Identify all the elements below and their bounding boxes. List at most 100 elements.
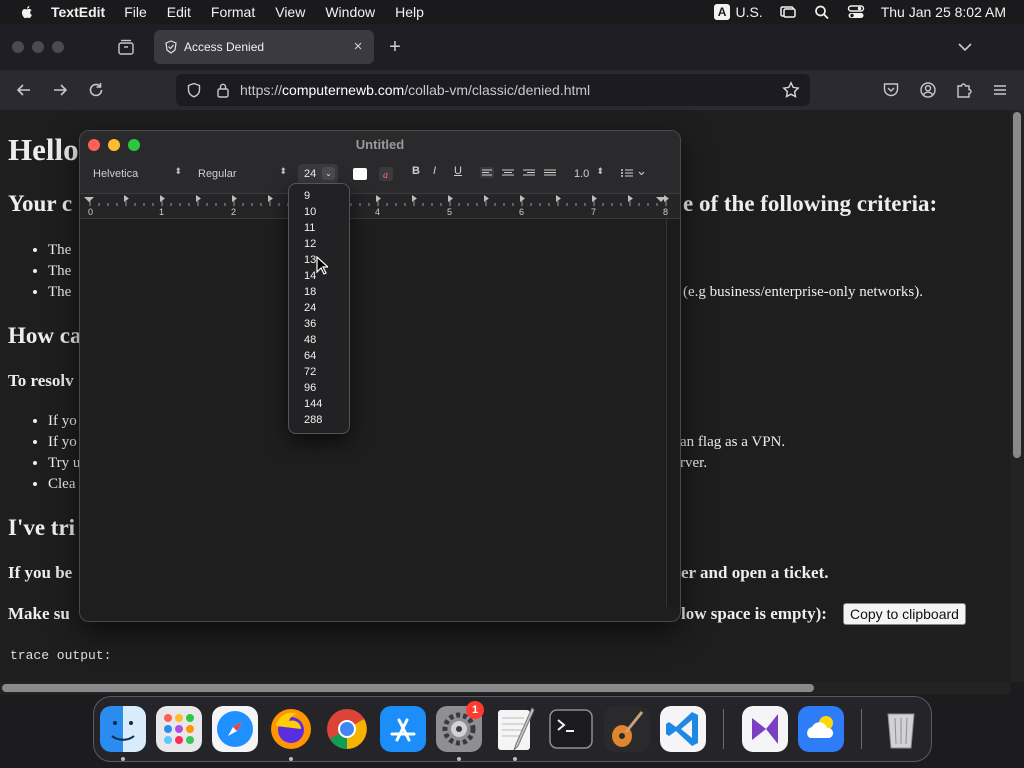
tab-stop-marker[interactable] <box>124 195 129 202</box>
font-size-option[interactable]: 64 <box>289 348 349 364</box>
align-justify-icon[interactable] <box>543 167 557 179</box>
tab-stop-marker[interactable] <box>556 195 561 202</box>
display-mirror-icon[interactable] <box>779 4 797 20</box>
font-size-option[interactable]: 96 <box>289 380 349 396</box>
resolve-item: Try u <box>48 453 80 474</box>
menu-edit[interactable]: Edit <box>167 4 191 20</box>
pocket-icon[interactable] <box>882 81 900 99</box>
heading-criteria-left: Your c <box>8 191 73 216</box>
tracking-protection-shield-icon[interactable] <box>186 82 202 98</box>
page-horizontal-scrollbar[interactable] <box>0 682 1010 694</box>
trash-icon[interactable] <box>878 706 924 752</box>
tab-stop-marker[interactable] <box>412 195 417 202</box>
apple-menu-icon[interactable] <box>19 4 35 20</box>
list-bullets-icon[interactable] <box>620 167 648 179</box>
reload-icon[interactable] <box>87 81 105 99</box>
bookmark-star-icon[interactable] <box>782 81 800 99</box>
browser-zoom-button[interactable] <box>52 41 64 53</box>
align-right-icon[interactable] <box>522 167 536 179</box>
font-size-option[interactable]: 11 <box>289 220 349 236</box>
app-store-icon[interactable] <box>380 706 426 752</box>
input-source-menu[interactable]: A U.S. <box>713 4 763 20</box>
finder-icon[interactable] <box>100 706 146 752</box>
visual-studio-icon[interactable] <box>742 706 788 752</box>
tab-stop-marker[interactable] <box>628 195 633 202</box>
font-style-popup[interactable]: Regular ⬍ <box>198 165 287 183</box>
terminal-icon[interactable] <box>548 706 594 752</box>
list-all-tabs-chevron-icon[interactable] <box>956 38 974 56</box>
back-arrow-icon[interactable] <box>15 81 33 99</box>
bold-button[interactable]: B <box>412 165 420 177</box>
browser-close-button[interactable] <box>12 41 24 53</box>
font-size-option[interactable]: 9 <box>289 188 349 204</box>
menu-format[interactable]: Format <box>211 4 255 20</box>
new-tab-icon[interactable]: + <box>386 37 404 57</box>
align-center-icon[interactable] <box>501 167 515 179</box>
page-horizontal-scroll-thumb[interactable] <box>2 684 814 692</box>
dock: 1 <box>93 696 932 762</box>
line-spacing-popup[interactable]: 1.0 ⬍ <box>574 165 604 183</box>
browser-minimize-button[interactable] <box>32 41 44 53</box>
popup-arrows-icon: ⬍ <box>596 166 604 176</box>
font-size-option[interactable]: 18 <box>289 284 349 300</box>
spotlight-search-icon[interactable] <box>813 4 831 20</box>
resolve-item: Clea <box>48 474 80 495</box>
menu-bar-clock[interactable]: Thu Jan 25 8:02 AM <box>881 4 1006 20</box>
criteria-item: The <box>48 240 71 261</box>
firefox-icon[interactable] <box>268 706 314 752</box>
control-center-icon[interactable] <box>847 4 865 20</box>
underline-button[interactable]: U <box>454 165 462 177</box>
url-bar[interactable]: https://computernewb.com/collab-vm/class… <box>176 74 810 106</box>
extensions-puzzle-icon[interactable] <box>955 81 973 99</box>
text-color-swatch[interactable] <box>353 168 367 180</box>
textedit-ruler[interactable]: 0 1 2 3 4 5 6 7 8 <box>80 193 680 219</box>
tab-stop-marker[interactable] <box>196 195 201 202</box>
font-size-combobox[interactable]: 24 ⌄ <box>298 164 338 184</box>
menu-app-name[interactable]: TextEdit <box>51 4 105 20</box>
ruler-number: 4 <box>375 207 381 217</box>
page-vertical-scrollbar[interactable] <box>1010 110 1024 682</box>
highlight-color-icon[interactable]: a <box>378 166 394 182</box>
menu-help[interactable]: Help <box>395 4 424 20</box>
vscode-icon[interactable] <box>660 706 706 752</box>
textedit-icon[interactable] <box>492 706 538 752</box>
heading-tried: I've tri <box>8 515 76 540</box>
menu-view[interactable]: View <box>275 4 305 20</box>
google-chrome-icon[interactable] <box>324 706 370 752</box>
font-style-value: Regular <box>198 168 237 180</box>
font-size-option[interactable]: 288 <box>289 412 349 428</box>
hamburger-menu-icon[interactable] <box>991 81 1009 99</box>
italic-button[interactable]: I <box>433 165 436 177</box>
safari-icon[interactable] <box>212 706 258 752</box>
font-family-popup[interactable]: Helvetica ⬍ <box>93 165 182 183</box>
page-vertical-scroll-thumb[interactable] <box>1013 112 1021 458</box>
font-size-option[interactable]: 72 <box>289 364 349 380</box>
textedit-vertical-scrollbar[interactable] <box>666 219 680 607</box>
tab-list-icon[interactable] <box>117 38 135 56</box>
account-icon[interactable] <box>919 81 937 99</box>
font-size-option[interactable]: 12 <box>289 236 349 252</box>
garageband-guitar-icon[interactable] <box>604 706 650 752</box>
font-size-option[interactable]: 48 <box>289 332 349 348</box>
tab-close-icon[interactable]: × <box>350 39 366 55</box>
font-size-option[interactable]: 10 <box>289 204 349 220</box>
font-size-option[interactable]: 36 <box>289 316 349 332</box>
tab-stop-marker[interactable] <box>484 195 489 202</box>
launchpad-icon[interactable] <box>156 706 202 752</box>
align-left-icon[interactable] <box>480 167 494 179</box>
menu-window[interactable]: Window <box>325 4 375 20</box>
browser-tab-active[interactable]: Access Denied × <box>154 30 374 64</box>
font-size-chevron-down-icon[interactable]: ⌄ <box>322 167 335 180</box>
font-size-option[interactable]: 144 <box>289 396 349 412</box>
lock-icon[interactable] <box>216 82 230 98</box>
weather-icon[interactable] <box>798 706 844 752</box>
font-size-option[interactable]: 24 <box>289 300 349 316</box>
menu-file[interactable]: File <box>124 4 147 20</box>
copy-to-clipboard-button[interactable]: Copy to clipboard <box>843 603 966 625</box>
finder-running-indicator <box>121 757 125 761</box>
textedit-document-area[interactable] <box>80 219 666 605</box>
font-size-value[interactable]: 24 <box>304 168 316 180</box>
forward-arrow-icon[interactable] <box>51 81 69 99</box>
tab-stop-marker[interactable] <box>268 195 273 202</box>
left-margin-marker[interactable] <box>84 197 94 202</box>
